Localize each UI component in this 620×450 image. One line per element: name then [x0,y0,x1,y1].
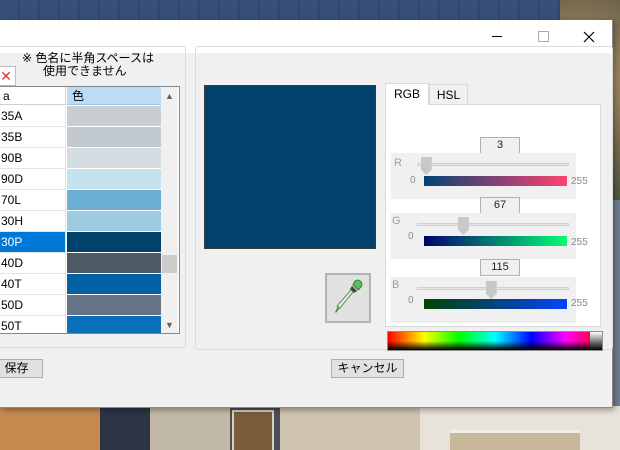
eyedropper-icon [335,279,363,313]
red-value-field[interactable]: 3 [480,137,520,154]
list-item[interactable]: 50T [0,316,161,333]
delete-x-icon: ✕ [0,68,12,84]
color-listview[interactable]: a 色 35A 35B 90B 90D 70L 30H 30P 40D 40T 50D 50T ▲ … [0,86,180,334]
color-name-cell: 90B [0,148,66,169]
green-min-label: 0 [408,231,414,242]
red-slider-track[interactable] [417,163,569,166]
green-max-label: 255 [571,237,588,248]
color-name-cell: 30H [0,211,66,232]
space-warning-note: ※ 色名に半角スペースは 使用できません [22,52,154,78]
scroll-thumb[interactable] [162,255,177,273]
color-name-cell: 40T [0,274,66,295]
scroll-down-icon[interactable]: ▼ [161,316,178,333]
red-min-label: 0 [410,175,416,186]
color-swatch-cell [67,316,161,333]
color-name-cell: 35A [0,106,66,127]
scroll-up-icon[interactable]: ▲ [161,87,178,104]
red-gradient [424,176,567,186]
color-swatch-cell [67,190,161,210]
color-name-cell: 50D [0,295,66,316]
list-item[interactable]: 90D [0,169,161,190]
column-header-name[interactable]: a [0,87,66,105]
brightness-strip[interactable] [590,332,602,350]
blue-max-label: 255 [571,298,588,309]
blue-label: B [392,279,400,291]
color-name-cell: 35B [0,127,66,148]
list-item[interactable]: 40T [0,274,161,295]
cancel-button[interactable]: キャンセル [331,359,404,378]
minimize-icon [492,36,502,37]
green-gradient [424,236,567,246]
color-swatch-cell [67,169,161,189]
list-item[interactable]: 35B [0,127,161,148]
color-swatch-cell [67,211,161,231]
eyedropper-button[interactable] [325,273,371,323]
list-item[interactable]: 70L [0,190,161,211]
tab-rgb[interactable]: RGB [385,83,429,105]
tab-hsl[interactable]: HSL [429,84,468,105]
delete-color-button[interactable]: ✕ [0,66,16,86]
green-value-field[interactable]: 67 [480,197,520,214]
red-max-label: 255 [571,176,588,187]
background-window [232,410,274,450]
close-icon [583,31,595,42]
list-header: a 色 [0,87,161,106]
color-name-cell: 50T [0,316,66,333]
color-swatch-cell [67,295,161,315]
color-name-cell: 70L [0,190,66,211]
hue-spectrum-picker[interactable] [387,331,603,351]
note-line-2: 使用できません [43,64,127,78]
color-swatch-cell [67,127,161,147]
color-swatch-cell [67,253,161,273]
maximize-icon [537,31,549,42]
color-swatch-cell [67,148,161,168]
color-swatch-cell [67,106,161,126]
blue-value-field[interactable]: 115 [480,259,520,276]
blue-gradient [424,299,567,309]
blue-min-label: 0 [408,295,414,306]
list-item[interactable]: 50D [0,295,161,316]
color-swatch-cell [67,274,161,294]
list-item[interactable]: 35A [0,106,161,127]
color-name-cell: 90D [0,169,66,190]
list-item[interactable]: 40D [0,253,161,274]
list-scrollbar[interactable]: ▲ ▼ [161,87,178,333]
red-label: R [394,157,402,169]
color-name-cell: 30P [0,232,66,253]
green-slider-track[interactable] [417,223,569,226]
color-swatch-cell [67,232,161,252]
save-button[interactable]: 保存 [0,359,43,378]
green-label: G [392,215,401,227]
color-preview-swatch [204,85,376,249]
background-wall [450,430,580,450]
list-item[interactable]: 30H [0,211,161,232]
column-header-color[interactable]: 色 [67,87,161,105]
list-item[interactable]: 90B [0,148,161,169]
color-name-cell: 40D [0,253,66,274]
list-item[interactable]: 30P [0,232,161,253]
